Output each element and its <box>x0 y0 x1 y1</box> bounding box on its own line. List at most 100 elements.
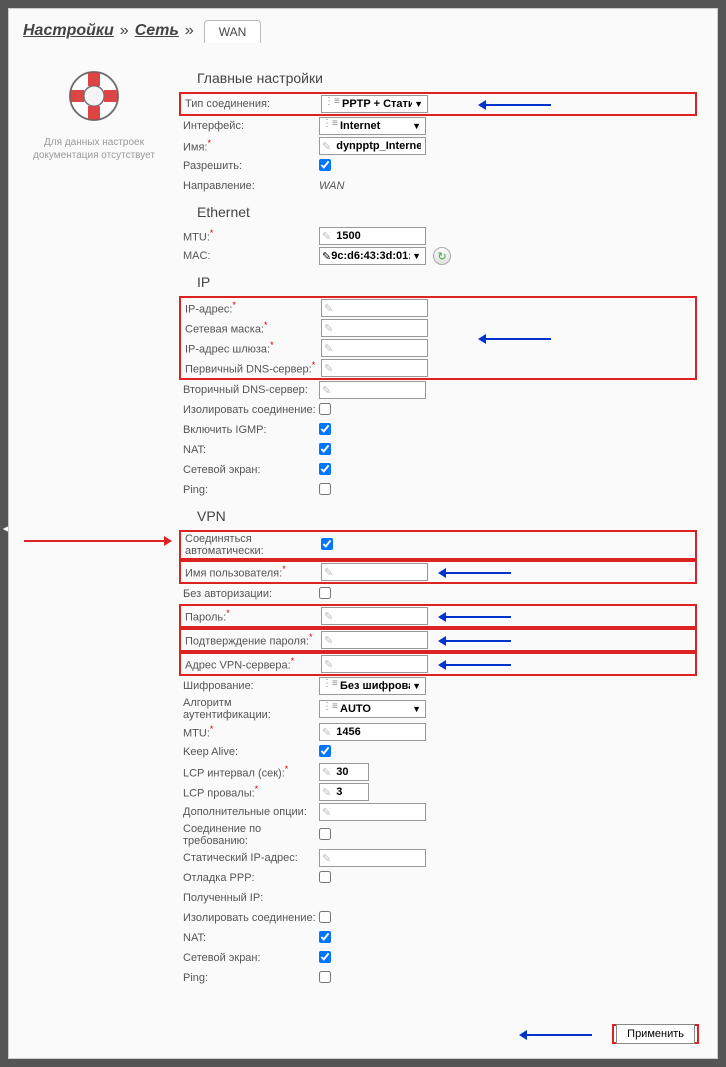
select-interface[interactable]: ⋮≡ Internet ▼ <box>319 117 426 135</box>
input-dns2[interactable]: ✎ <box>319 381 426 399</box>
input-ip[interactable]: ✎ <box>321 299 428 317</box>
checkbox-allow[interactable] <box>319 159 331 171</box>
label-auto: Соединяться автоматически: <box>181 533 321 557</box>
pencil-icon: ✎ <box>324 342 333 355</box>
section-ip: IP <box>179 266 697 296</box>
pencil-icon: ✎ <box>322 726 331 739</box>
checkbox-keepalive[interactable] <box>319 745 331 757</box>
checkbox-vpn-ping[interactable] <box>319 971 331 983</box>
annotation-arrow <box>24 540 169 542</box>
label-ip: IP-адрес:* <box>181 300 321 316</box>
annotation-arrow <box>441 616 511 618</box>
checkbox-isolate[interactable] <box>319 403 331 415</box>
bc-network[interactable]: Сеть <box>135 22 179 40</box>
input-server[interactable]: ✎ <box>321 655 428 673</box>
input-lcp-fail[interactable]: ✎ <box>319 783 369 801</box>
section-ethernet: Ethernet <box>179 196 697 226</box>
label-ping: Ping: <box>179 484 319 496</box>
tab-wan[interactable]: WAN <box>204 20 262 43</box>
pencil-icon: ✎ <box>322 140 331 153</box>
refresh-icon: ↻ <box>437 250 446 263</box>
list-icon: ⋮≡ <box>324 96 340 112</box>
input-staticip[interactable]: ✎ <box>319 849 426 867</box>
label-conn-type: Тип соединения: <box>181 98 321 110</box>
pencil-icon: ✎ <box>322 230 331 243</box>
input-gateway[interactable]: ✎ <box>321 339 428 357</box>
label-vpn-firewall: Сетевой экран: <box>179 952 319 964</box>
input-user[interactable]: ✎ <box>321 563 428 581</box>
pencil-icon: ✎ <box>324 610 333 623</box>
label-dns2: Вторичный DNS-сервер: <box>179 384 319 396</box>
pencil-icon: ✎ <box>324 322 333 335</box>
label-user: Имя пользователя:* <box>181 564 321 580</box>
checkbox-vpn-firewall[interactable] <box>319 951 331 963</box>
input-password[interactable]: ✎ <box>321 607 428 625</box>
annotation-arrow <box>522 1034 592 1036</box>
label-mac: MAC: <box>179 250 319 262</box>
label-gateway: IP-адрес шлюза:* <box>181 340 321 356</box>
input-mask[interactable]: ✎ <box>321 319 428 337</box>
input-password2[interactable]: ✎ <box>321 631 428 649</box>
pencil-icon: ✎ <box>324 566 333 579</box>
label-password2: Подтверждение пароля:* <box>181 632 321 648</box>
input-name[interactable]: ✎ <box>319 137 426 155</box>
select-authalg[interactable]: ⋮≡AUTO▼ <box>319 700 426 718</box>
checkbox-igmp[interactable] <box>319 423 331 435</box>
checkbox-ondemand[interactable] <box>319 828 331 840</box>
label-nat: NAT: <box>179 444 319 456</box>
label-staticip: Статический IP-адрес: <box>179 852 319 864</box>
input-eth-mtu[interactable]: ✎ <box>319 227 426 245</box>
label-lcp-fail: LCP провалы:* <box>179 784 319 800</box>
label-mask: Сетевая маска:* <box>181 320 321 336</box>
input-dns1[interactable]: ✎ <box>321 359 428 377</box>
annotation-arrow <box>481 104 551 106</box>
pencil-icon: ✎ <box>324 302 333 315</box>
checkbox-pppdebug[interactable] <box>319 871 331 883</box>
label-ondemand: Соединение по требованию: <box>179 823 319 847</box>
annotation-arrow <box>441 572 511 574</box>
label-interface: Интерфейс: <box>179 120 319 132</box>
help-text: Для данных настроек документация отсутст… <box>19 136 169 162</box>
select-encrypt[interactable]: ⋮≡Без шифрования▼ <box>319 677 426 695</box>
label-vpn-nat: NAT: <box>179 932 319 944</box>
breadcrumb: Настройки » Сеть » WAN <box>9 9 717 52</box>
section-main: Главные настройки <box>179 62 697 92</box>
chevron-down-icon: ▼ <box>410 704 423 714</box>
checkbox-vpn-isolate[interactable] <box>319 911 331 923</box>
pencil-icon: ✎ <box>322 250 331 263</box>
checkbox-auto[interactable] <box>321 538 333 550</box>
list-icon: ⋮≡ <box>322 118 338 134</box>
checkbox-nat[interactable] <box>319 443 331 455</box>
checkbox-ping[interactable] <box>319 483 331 495</box>
annotation-arrow <box>441 664 511 666</box>
input-lcp-int[interactable]: ✎ <box>319 763 369 781</box>
clone-mac-button[interactable]: ↻ <box>433 247 451 265</box>
annotation-arrow <box>481 338 551 340</box>
label-vpn-mtu: MTU:* <box>179 724 319 740</box>
label-authalg: Алгоритм аутентификации: <box>179 697 319 721</box>
pencil-icon: ✎ <box>322 766 331 779</box>
checkbox-firewall[interactable] <box>319 463 331 475</box>
label-eth-mtu: MTU:* <box>179 228 319 244</box>
label-recvip: Полученный IP: <box>179 892 319 904</box>
label-dns1: Первичный DNS-сервер:* <box>181 360 321 376</box>
apply-button[interactable]: Применить <box>616 1024 695 1044</box>
list-icon: ⋮≡ <box>322 701 338 717</box>
label-direction: Направление: <box>179 180 319 192</box>
checkbox-noauth[interactable] <box>319 587 331 599</box>
label-allow: Разрешить: <box>179 160 319 172</box>
input-vpn-mtu[interactable]: ✎ <box>319 723 426 741</box>
section-vpn: VPN <box>179 500 697 530</box>
select-conn-type[interactable]: ⋮≡ PPTP + Статический I ▼ <box>321 95 428 113</box>
label-server: Адрес VPN-сервера:* <box>181 656 321 672</box>
label-lcp-int: LCP интервал (сек):* <box>179 764 319 780</box>
pencil-icon: ✎ <box>322 786 331 799</box>
pencil-icon: ✎ <box>324 362 333 375</box>
bc-settings[interactable]: Настройки <box>23 22 114 40</box>
pencil-icon: ✎ <box>324 634 333 647</box>
checkbox-vpn-nat[interactable] <box>319 931 331 943</box>
list-icon: ⋮≡ <box>322 678 338 694</box>
input-addopts[interactable]: ✎ <box>319 803 426 821</box>
select-mac[interactable]: ✎ 9c:d6:43:3d:01:05 ▼ <box>319 247 426 265</box>
label-pppdebug: Отладка PPP: <box>179 872 319 884</box>
